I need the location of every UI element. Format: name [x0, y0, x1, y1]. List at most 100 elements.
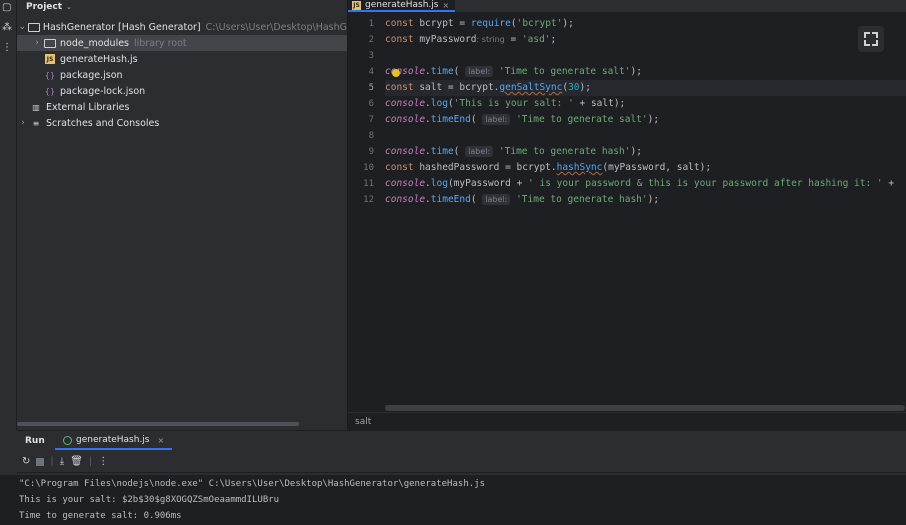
code-token: genSaltSync — [499, 82, 563, 93]
tree-item-label: External Libraries — [46, 101, 130, 113]
code-line: console.timeEnd( label: 'Time to generat… — [385, 112, 906, 128]
tree-item-generatehash[interactable]: JS generateHash.js — [17, 51, 347, 67]
more-tools-icon[interactable]: ⋮ — [2, 42, 12, 53]
code-token: console — [385, 194, 426, 205]
tree-item-node-modules[interactable]: › node_modules library root — [17, 35, 347, 51]
editor-breadcrumb[interactable]: salt — [348, 412, 906, 430]
editor-tab-generatehash[interactable]: JS generateHash.js × — [348, 0, 456, 12]
console-line: "C:\Program Files\nodejs\node.exe" C:\Us… — [19, 479, 485, 489]
code-token: const — [385, 162, 414, 173]
code-line: console.time( label: 'Time to generate h… — [385, 144, 906, 160]
code-token: hashSync — [556, 162, 603, 173]
tree-item-package-json[interactable]: {} package.json — [17, 67, 347, 83]
code-token: const — [385, 82, 414, 93]
tree-item-label: Scratches and Consoles — [46, 117, 160, 129]
editor-horizontal-scrollbar[interactable] — [385, 405, 905, 411]
run-panel-title: Run — [25, 436, 45, 446]
tree-item-root-path: C:\Users\User\Desktop\HashG — [205, 21, 347, 33]
editor-tab-bar: JS generateHash.js × — [348, 0, 906, 12]
console-line: Time to generate salt: 0.906ms — [19, 511, 182, 521]
tree-item-package-lock[interactable]: {} package-lock.json — [17, 83, 347, 99]
line-number: 10 — [363, 163, 374, 173]
tree-item-label: generateHash.js — [60, 53, 138, 65]
run-tab-generatehash[interactable]: generateHash.js × — [55, 432, 173, 450]
code-token: console — [385, 66, 426, 77]
intention-bulb-icon[interactable] — [392, 69, 401, 79]
more-options-icon[interactable]: ⋮ — [98, 456, 108, 467]
code-area[interactable]: const bcrypt = require('bcrypt'); const … — [385, 16, 906, 208]
line-number: 7 — [368, 115, 374, 125]
project-panel-header[interactable]: Project ⌄ — [17, 0, 347, 13]
code-token: console — [385, 178, 426, 189]
code-token: ( — [470, 114, 477, 125]
project-panel: Project ⌄ ⌄ HashGenerator [Hash Generato… — [17, 0, 347, 430]
tree-item-root-label: HashGenerator [Hash Generator] — [42, 21, 201, 33]
code-token: console — [385, 98, 426, 109]
line-number: 4 — [368, 67, 374, 77]
line-number: 8 — [368, 131, 374, 141]
code-token: ); — [579, 82, 591, 93]
tree-item-label: node_modules — [60, 37, 130, 49]
breadcrumb-item[interactable]: salt — [355, 417, 371, 427]
code-token: = — [504, 34, 522, 45]
parameter-inlay-hint: label: — [465, 66, 494, 77]
code-line: console.time( label: 'Time to generate s… — [385, 64, 906, 80]
parameter-inlay-hint: label: — [465, 146, 494, 157]
scratches-icon: ≡ — [32, 118, 40, 128]
code-token: ); — [647, 114, 660, 125]
run-configuration-icon — [63, 435, 72, 445]
line-number: 9 — [368, 147, 374, 157]
chevron-down-icon[interactable]: ⌄ — [66, 3, 72, 11]
project-panel-title: Project — [26, 1, 63, 12]
run-toolbar: ↻ | ⤓ 🗑 | ⋮ — [17, 451, 906, 473]
code-token: time — [430, 146, 454, 157]
stop-icon[interactable] — [36, 457, 45, 466]
tree-item-root[interactable]: ⌄ HashGenerator [Hash Generator] C:\User… — [17, 19, 347, 35]
chevron-right-icon[interactable]: › — [17, 118, 29, 128]
code-token: bcrypt = — [413, 18, 471, 29]
chevron-down-icon[interactable]: ⌄ — [17, 22, 28, 32]
code-token: 30 — [568, 82, 580, 93]
line-number: 2 — [368, 35, 374, 45]
tree-item-note: library root — [134, 37, 187, 49]
code-token: ); — [647, 194, 660, 205]
line-number: 11 — [363, 179, 374, 189]
tree-item-scratches[interactable]: › ≡ Scratches and Consoles — [17, 115, 347, 131]
line-number: 12 — [363, 195, 374, 205]
console-output[interactable]: "C:\Program Files\nodejs\node.exe" C:\Us… — [0, 475, 906, 525]
clear-all-icon[interactable]: 🗑 — [70, 456, 83, 467]
code-token: const — [385, 34, 414, 45]
code-token: salt = bcrypt. — [413, 82, 500, 93]
code-token: ( — [453, 66, 460, 77]
code-line: console.log('This is your salt: ' + salt… — [385, 96, 906, 112]
code-token: 'Time to generate salt' — [516, 114, 648, 125]
parameter-inlay-hint: label: — [482, 114, 511, 125]
code-token: timeEnd — [430, 114, 471, 125]
chevron-right-icon[interactable]: › — [31, 38, 43, 48]
run-tab-label: generateHash.js — [76, 435, 150, 445]
code-token: 'Time to generate salt' — [498, 66, 631, 77]
code-token: require — [470, 18, 511, 29]
code-line: const myPassword: string = 'asd'; — [385, 32, 906, 48]
javascript-file-icon: JS — [45, 54, 55, 64]
line-number: 1 — [368, 19, 374, 29]
expand-editor-icon[interactable] — [858, 26, 884, 52]
project-horizontal-scrollbar[interactable] — [17, 422, 299, 426]
tree-item-label: package-lock.json — [60, 85, 146, 97]
library-icon: ▥ — [32, 102, 40, 112]
code-token: 'asd' — [521, 34, 551, 45]
code-token: time — [430, 66, 454, 77]
close-icon[interactable]: × — [158, 436, 165, 445]
scroll-to-end-icon[interactable]: ⤓ — [60, 456, 64, 467]
code-token: 'Time to generate hash' — [498, 146, 631, 157]
type-inlay-hint: : string — [476, 35, 505, 44]
code-token: const — [385, 18, 414, 29]
rerun-icon[interactable]: ↻ — [22, 456, 30, 467]
editor-tab-label: generateHash.js — [365, 0, 439, 10]
project-tool-icon[interactable]: ▢ — [2, 2, 11, 13]
close-icon[interactable]: × — [443, 1, 450, 10]
tree-item-external-libraries[interactable]: ▥ External Libraries — [17, 99, 347, 115]
structure-tool-icon[interactable]: ⁂ — [2, 22, 12, 33]
code-token: console — [385, 114, 426, 125]
